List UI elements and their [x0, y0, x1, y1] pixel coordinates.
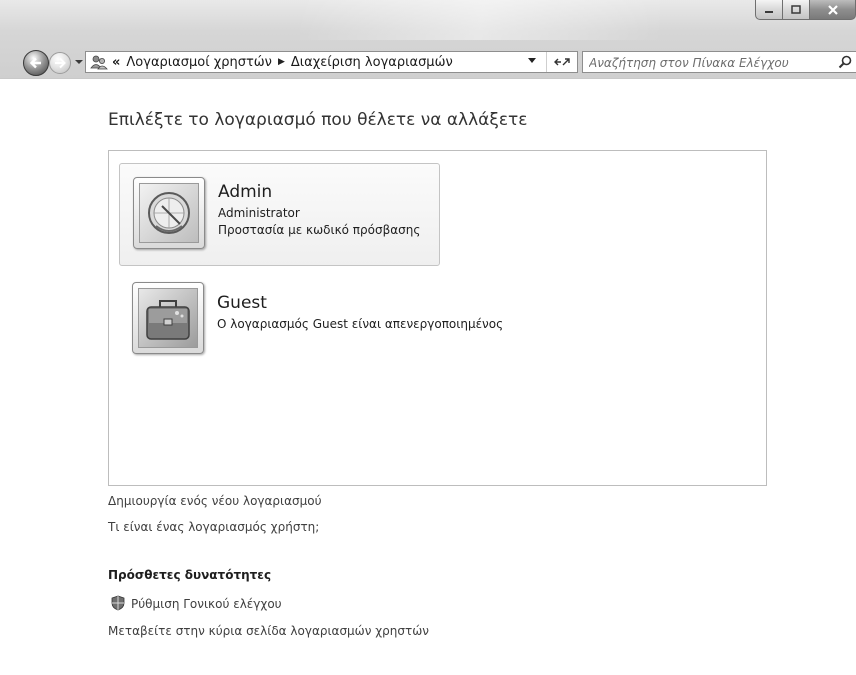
additional-options-heading: Πρόσθετες δυνατότητες: [108, 568, 272, 582]
minimize-icon: [765, 10, 773, 13]
breadcrumb-item-manage-accounts[interactable]: Διαχείριση λογαριασμών: [291, 55, 453, 70]
window-controls: [755, 0, 856, 22]
avatar: [132, 282, 204, 354]
minimize-button[interactable]: [755, 0, 783, 20]
address-history-chevron-icon[interactable]: [528, 58, 536, 64]
account-name: Guest: [217, 293, 267, 313]
account-protection-status: Προστασία με κωδικό πρόσβασης: [218, 223, 421, 237]
breadcrumb-arrow-icon[interactable]: ▶: [278, 57, 285, 67]
forward-button[interactable]: [49, 52, 71, 74]
page-title: Επιλέξτε το λογαριασμό που θέλετε να αλλ…: [108, 110, 528, 130]
window-frame: « Λογαριασμοί χρηστών ▶ Διαχείριση λογαρ…: [0, 0, 856, 78]
breadcrumb-item-user-accounts[interactable]: Λογαριασμοί χρηστών: [126, 55, 272, 70]
close-icon: [827, 4, 838, 15]
user-accounts-home-link[interactable]: Μεταβείτε στην κύρια σελίδα λογαριασμών …: [108, 624, 429, 638]
back-button[interactable]: [23, 50, 49, 76]
search-input[interactable]: [589, 55, 819, 70]
create-account-link[interactable]: Δημιουργία ενός νέου λογαριασμού: [108, 494, 322, 508]
address-bar[interactable]: « Λογαριασμοί χρηστών ▶ Διαχείριση λογαρ…: [85, 51, 578, 73]
maximize-button[interactable]: [783, 0, 810, 20]
accounts-list: Admin Administrator Προστασία με κωδικό …: [108, 150, 767, 486]
account-name: Admin: [218, 182, 273, 202]
guest-briefcase-icon: [138, 288, 198, 348]
account-type: Administrator: [218, 206, 300, 220]
recent-pages-chevron-icon[interactable]: [74, 56, 84, 68]
account-status: Ο λογαριασμός Guest είναι απενεργοποιημέ…: [217, 317, 504, 331]
refresh-icon: [554, 58, 570, 66]
account-tile-guest[interactable]: Guest Ο λογαριασμός Guest είναι απενεργο…: [119, 269, 503, 372]
avatar: [133, 177, 205, 249]
breadcrumb: « Λογαριασμοί χρηστών ▶ Διαχείριση λογαρ…: [112, 54, 453, 70]
control-panel-window: « Λογαριασμοί χρηστών ▶ Διαχείριση λογαρ…: [0, 0, 856, 675]
what-is-account-link[interactable]: Τι είναι ένας λογαριασμός χρήστη;: [108, 520, 319, 534]
maximize-icon: [791, 5, 801, 14]
close-button[interactable]: [810, 0, 856, 20]
back-arrow-icon: [29, 57, 41, 69]
shield-icon: [111, 595, 125, 611]
search-icon[interactable]: [838, 55, 852, 69]
account-tile-admin[interactable]: Admin Administrator Προστασία με κωδικό …: [119, 163, 440, 266]
breadcrumb-overflow-button[interactable]: «: [112, 55, 120, 70]
refresh-button[interactable]: [546, 52, 577, 72]
user-accounts-icon: [90, 55, 108, 70]
account-picture-icon: [139, 183, 199, 243]
parental-controls-link[interactable]: Ρύθμιση Γονικού ελέγχου: [131, 597, 282, 611]
search-box[interactable]: [582, 51, 856, 73]
forward-arrow-icon: [55, 57, 66, 69]
